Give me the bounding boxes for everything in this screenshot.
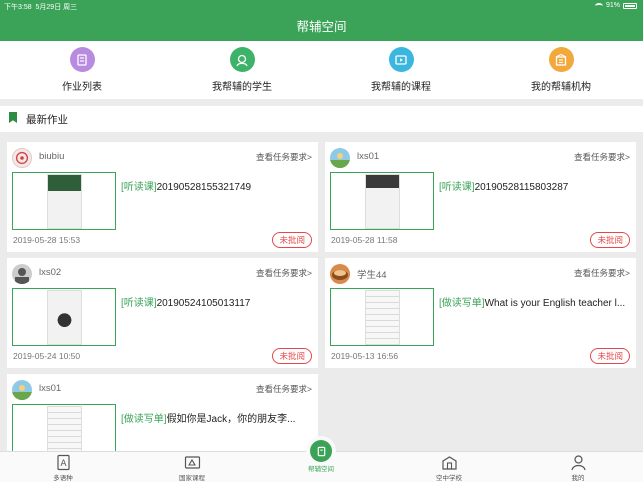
thumbnail-preview (47, 174, 82, 229)
homework-thumbnail[interactable] (330, 172, 434, 230)
homework-name: 假如你是Jack，你的朋友李... (166, 414, 296, 425)
student-name: 学生44 (357, 270, 387, 281)
avatar (12, 264, 32, 284)
homework-title: [做读写单]What is your English teacher l... (439, 294, 631, 309)
view-requirements-link[interactable]: 查看任务要求> (574, 267, 630, 279)
homework-card[interactable]: lxs01 查看任务要求> [做读写单]假如你是Jack，你的朋友李... (7, 374, 318, 451)
homework-title: [听读课]20190528115803287 (439, 178, 631, 193)
tutoring-space-icon (310, 440, 332, 462)
tab-national-course[interactable]: 国家课程 (162, 454, 222, 482)
status-badge[interactable]: 未批阅 (272, 232, 312, 248)
app-header: 下午3:58 5月29日 周三 91% 帮辅空间 (0, 0, 643, 41)
student-name: biubiu (39, 151, 65, 162)
homework-thumbnail[interactable] (330, 288, 434, 346)
homework-thumbnail[interactable] (12, 288, 116, 346)
svg-text:A: A (60, 459, 67, 469)
view-requirements-link[interactable]: 查看任务要求> (574, 151, 630, 163)
status-indicators: 91% (594, 2, 637, 9)
quick-nav-my-institution[interactable]: 我的帮辅机构 (501, 47, 621, 93)
thumbnail-preview (47, 406, 82, 451)
profile-icon (570, 455, 586, 471)
tab-label: 多语种 (53, 475, 73, 482)
avatar (330, 148, 350, 168)
section-title: 最新作业 (26, 114, 68, 126)
avatar (12, 380, 32, 400)
homework-title: [听读课]20190528155321749 (121, 178, 313, 193)
quick-nav-my-students[interactable]: 我帮辅的学生 (182, 47, 302, 93)
quick-nav-label: 作业列表 (62, 82, 102, 93)
tab-label: 帮辅空间 (308, 466, 334, 473)
homework-list-icon (69, 47, 95, 72)
avatar (330, 264, 350, 284)
submit-date: 2019-05-28 15:53 (13, 235, 81, 245)
homework-type-tag: [听读课] (439, 182, 475, 193)
latest-homework-header: 最新作业 (0, 106, 643, 132)
page-title: 帮辅空间 (296, 20, 347, 34)
submit-date: 2019-05-28 11:58 (331, 235, 398, 245)
school-icon (441, 456, 457, 470)
tab-label: 空中学校 (436, 475, 462, 482)
homework-name: 20190524105013117 (156, 298, 251, 309)
homework-thumbnail[interactable] (12, 404, 116, 451)
quick-nav-label: 我的帮辅机构 (531, 82, 591, 93)
national-course-icon (184, 456, 200, 469)
status-bar: 下午3:58 5月29日 周三 91% (0, 0, 643, 12)
submit-date: 2019-05-24 10:50 (13, 351, 81, 361)
view-requirements-link[interactable]: 查看任务要求> (256, 383, 312, 395)
homework-card[interactable]: 学生44 查看任务要求> [做读写单]What is your English … (325, 258, 636, 368)
student-name: lxs01 (357, 151, 380, 162)
status-badge[interactable]: 未批阅 (590, 232, 630, 248)
wifi-icon (594, 2, 603, 9)
dictionary-icon: A (56, 454, 70, 471)
status-badge[interactable]: 未批阅 (272, 348, 312, 364)
student-icon (229, 47, 255, 72)
view-requirements-link[interactable]: 查看任务要求> (256, 151, 312, 163)
tab-label: 国家课程 (179, 475, 205, 482)
quick-nav-label: 我帮辅的课程 (371, 82, 431, 93)
bookmark-icon (9, 112, 17, 123)
quick-nav-homework-list[interactable]: 作业列表 (22, 47, 142, 93)
battery-percent: 91% (605, 2, 620, 9)
tab-tutoring-space[interactable]: 帮辅空间 (300, 440, 342, 473)
homework-title: [听读课]20190524105013117 (121, 294, 313, 309)
status-badge[interactable]: 未批阅 (590, 348, 630, 364)
homework-type-tag: [听读课] (121, 182, 157, 193)
thumbnail-preview (365, 290, 400, 345)
battery-icon (623, 2, 637, 9)
tab-air-school[interactable]: 空中学校 (419, 454, 479, 482)
tab-label: 我的 (571, 475, 585, 482)
student-name: lxs01 (39, 383, 62, 394)
homework-card[interactable]: biubiu 查看任务要求> [听读课]20190528155321749 20… (7, 142, 318, 252)
homework-name: 20190528155321749 (156, 182, 252, 193)
thumbnail-preview (365, 174, 400, 229)
homework-name: 20190528115803287 (474, 182, 569, 193)
student-name: lxs02 (39, 267, 62, 278)
submit-date: 2019-05-13 16:56 (331, 351, 399, 361)
avatar (12, 148, 32, 168)
quick-nav-label: 我帮辅的学生 (212, 82, 272, 93)
homework-name: What is your English teacher l... (484, 298, 626, 309)
homework-type-tag: [做读写单] (121, 414, 167, 425)
tab-multilingual[interactable]: A 多语种 (33, 454, 93, 482)
homework-type-tag: [听读课] (121, 298, 157, 309)
status-time-date: 下午3:58 5月29日 周三 (4, 4, 78, 11)
tab-profile[interactable]: 我的 (548, 454, 608, 482)
homework-title: [做读写单]假如你是Jack，你的朋友李... (121, 410, 313, 425)
course-icon (388, 47, 414, 72)
homework-card[interactable]: lxs02 查看任务要求> [听读课]20190524105013117 201… (7, 258, 318, 368)
quick-nav-my-courses[interactable]: 我帮辅的课程 (341, 47, 461, 93)
homework-type-tag: [做读写单] (439, 298, 485, 309)
thumbnail-preview (47, 290, 82, 345)
homework-card[interactable]: lxs01 查看任务要求> [听读课]20190528115803287 201… (325, 142, 636, 252)
institution-icon (548, 47, 574, 72)
view-requirements-link[interactable]: 查看任务要求> (256, 267, 312, 279)
quick-nav: 作业列表 我帮辅的学生 我帮辅的课程 我的帮辅机构 (0, 41, 643, 99)
homework-thumbnail[interactable] (12, 172, 116, 230)
